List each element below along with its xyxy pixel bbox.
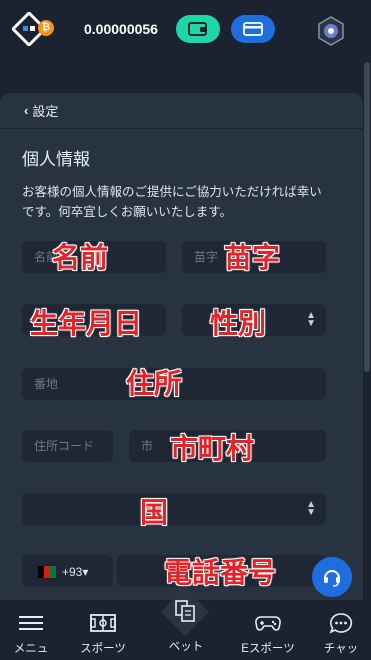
annotation-gender: 性別 — [210, 307, 267, 340]
nav-chat-label: チャッ — [323, 643, 359, 655]
nav-chat[interactable]: チャッ — [318, 600, 364, 660]
phone-code-text: +93 — [62, 565, 83, 579]
support-chat-button[interactable] — [312, 557, 352, 597]
country-select[interactable]: ▲ ▼ — [22, 493, 326, 525]
nav-menu-label: メニュ — [13, 643, 49, 655]
back-to-settings[interactable]: ‹ 設定 — [0, 93, 363, 129]
annotation-surname: 苗字 — [224, 241, 281, 274]
top-bar: ₿ 0.00000056 — [0, 0, 371, 60]
phone-code-value: +93▾ — [62, 565, 88, 579]
wallet-button[interactable] — [176, 15, 220, 43]
scrollbar-thumb[interactable] — [364, 62, 370, 372]
annotation-address: 住所 — [126, 367, 183, 400]
page-title: 個人情報 — [22, 150, 90, 169]
annotation-city: 市町村 — [170, 432, 255, 465]
credit-card-icon — [243, 22, 263, 36]
chat-bubble-icon — [329, 613, 353, 634]
chevron-left-icon: ‹ — [24, 103, 29, 118]
btc-currency-icon: ₿ — [38, 20, 54, 36]
annotation-phone: 電話番号 — [164, 556, 277, 589]
scrollbar[interactable] — [363, 62, 371, 602]
annotation-birthdate: 生年月日 — [30, 307, 143, 340]
soccer-field-icon — [90, 614, 116, 632]
nav-bet-label: ベット — [168, 641, 204, 653]
select-arrows-icon: ▲ ▼ — [306, 499, 316, 518]
annotation-country: 国 — [140, 496, 169, 529]
description-text: お客様の個人情報のご提供にご協力いただければ幸いです。何卒宜しくお願いいたします… — [22, 185, 322, 219]
bet-slip-icon[interactable] — [160, 587, 210, 637]
headset-icon — [324, 570, 340, 587]
hamburger-menu-icon — [19, 616, 43, 630]
annotation-name: 名前 — [52, 241, 109, 274]
postal-code-field[interactable]: 住所コード — [22, 430, 113, 462]
back-label: 設定 — [32, 104, 59, 119]
nav-menu[interactable]: メニュ — [4, 600, 58, 660]
gamepad-icon — [255, 616, 281, 631]
wallet-icon — [188, 22, 207, 36]
profile-avatar-icon[interactable] — [316, 16, 346, 46]
card-button[interactable] — [231, 15, 275, 43]
nav-esports-label: Eスポーツ — [241, 643, 295, 655]
nav-esports[interactable]: Eスポーツ — [236, 600, 300, 660]
nav-sports-label: スポーツ — [80, 643, 126, 655]
select-arrows-icon: ▲ ▼ — [306, 310, 316, 329]
nav-sports[interactable]: スポーツ — [74, 600, 132, 660]
balance-amount[interactable]: 0.00000056 — [84, 21, 158, 37]
dropdown-caret-icon: ▾ — [82, 565, 89, 579]
afghanistan-flag-icon — [38, 566, 56, 578]
